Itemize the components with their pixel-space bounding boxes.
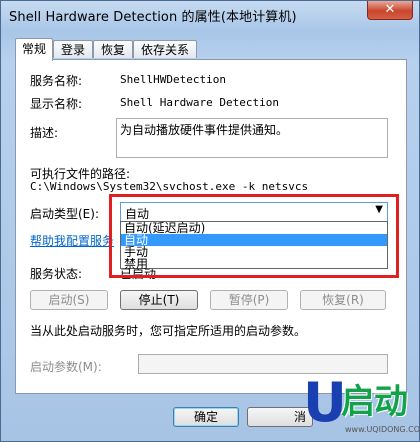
service-status-label: 服务状态:: [30, 267, 83, 281]
pause-button[interactable]: 暂停(P): [210, 290, 288, 310]
option-auto[interactable]: 自动: [121, 234, 387, 246]
start-params-label: 启动参数(M):: [30, 360, 102, 374]
startup-type-value: 自动: [125, 207, 150, 221]
watermark-url: www.UQIDONG.COM: [345, 425, 420, 434]
exe-path-value: C:\Windows\System32\svchost.exe -k netsv…: [30, 180, 309, 193]
help-configure-link[interactable]: 帮助我配置服务: [30, 232, 114, 249]
service-name-value: ShellHWDetection: [120, 73, 226, 86]
description-box[interactable]: 为自动播放硬件事件提供通知。: [116, 118, 388, 158]
close-button[interactable]: ✕: [367, 1, 413, 20]
stop-button[interactable]: 停止(T): [120, 290, 198, 310]
tab-recovery[interactable]: 恢复: [93, 40, 133, 58]
start-button[interactable]: 启动(S): [30, 290, 108, 310]
close-icon: ✕: [384, 2, 396, 17]
tab-general[interactable]: 常规: [15, 38, 53, 61]
startup-type-select[interactable]: 自动 ▼: [120, 202, 388, 222]
window-title: Shell Hardware Detection 的属性(本地计算机): [9, 10, 297, 25]
start-params-input[interactable]: [138, 354, 388, 374]
title-bar[interactable]: Shell Hardware Detection 的属性(本地计算机) ✕: [1, 1, 420, 29]
description-label: 描述:: [30, 126, 59, 140]
tab-logon[interactable]: 登录: [53, 40, 93, 58]
option-auto-delayed[interactable]: 自动(延迟启动): [121, 222, 387, 234]
watermark-logo: U 启动 www.UQIDONG.COM: [301, 373, 420, 441]
option-disabled[interactable]: 禁用: [121, 258, 387, 270]
display-name-label: 显示名称:: [30, 97, 83, 111]
tab-dependencies[interactable]: 依存关系: [133, 40, 197, 58]
general-tab-panel: 服务名称: ShellHWDetection 显示名称: Shell Hardw…: [15, 59, 407, 394]
ok-button[interactable]: 确定: [173, 407, 239, 427]
option-manual[interactable]: 手动: [121, 246, 387, 258]
watermark-text: 启动: [341, 382, 408, 422]
startup-type-label: 启动类型(E):: [30, 207, 99, 221]
start-params-hint: 当从此处启动服务时，您可指定所适用的启动参数。: [30, 324, 307, 338]
chevron-down-icon: ▼: [375, 204, 383, 215]
properties-dialog: Shell Hardware Detection 的属性(本地计算机) ✕ 常规…: [0, 0, 420, 442]
display-name-value: Shell Hardware Detection: [120, 96, 279, 109]
startup-type-dropdown-list: 自动(延迟启动) 自动 手动 禁用: [120, 221, 388, 270]
resume-button[interactable]: 恢复(R): [300, 290, 386, 310]
service-name-label: 服务名称:: [30, 74, 83, 88]
description-text: 为自动播放硬件事件提供通知。: [120, 123, 289, 137]
